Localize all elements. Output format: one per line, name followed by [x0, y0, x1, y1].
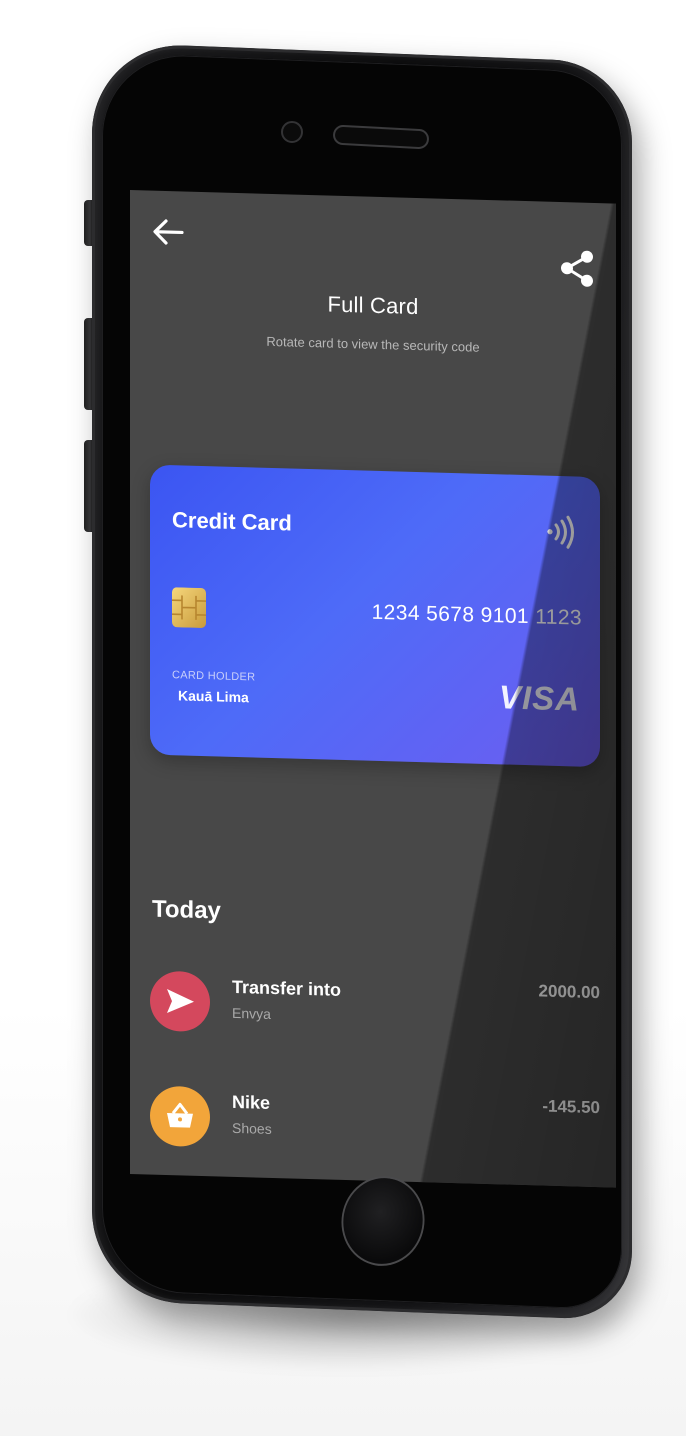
card-brand-logo: VISA: [498, 678, 580, 718]
back-button[interactable]: [148, 215, 188, 250]
contactless-icon: [547, 515, 574, 549]
share-button[interactable]: [558, 248, 598, 289]
transaction-amount: 2000.00: [538, 981, 600, 1003]
transaction-item[interactable]: Transfer into Envya 2000.00: [150, 970, 600, 1064]
basket-icon: [167, 1102, 193, 1128]
card-number: 1234 5678 9101 1123: [371, 600, 582, 630]
card-holder-label: CARD HOLDER: [172, 669, 256, 684]
share-icon: [561, 250, 593, 287]
credit-card[interactable]: Credit Card 1234 5678 9101 1123 CARD HOL…: [150, 464, 600, 768]
transaction-icon-badge: [150, 1085, 210, 1148]
front-camera: [281, 121, 303, 143]
transaction-icon-badge: [150, 970, 210, 1033]
transaction-item[interactable]: Nike Shoes -145.50: [150, 1085, 600, 1179]
page-subtitle: Rotate card to view the security code: [266, 333, 480, 355]
card-type-label: Credit Card: [172, 507, 292, 536]
render-stage: Full Card Rotate card to view the securi…: [0, 0, 686, 1436]
transaction-amount: -145.50: [542, 1096, 600, 1118]
send-icon: [167, 989, 194, 1014]
chip-icon: [172, 587, 206, 628]
transaction-title: Transfer into: [232, 976, 342, 1000]
app-screen: Full Card Rotate card to view the securi…: [130, 190, 616, 1188]
arrow-left-icon: [153, 219, 184, 245]
section-title-today: Today: [152, 895, 221, 925]
transaction-subtitle: Shoes: [232, 1119, 272, 1137]
transaction-subtitle: Envya: [232, 1004, 271, 1022]
card-holder-name: Kauā Lima: [178, 687, 249, 706]
transaction-title: Nike: [232, 1091, 271, 1113]
page-title: Full Card: [327, 291, 419, 320]
